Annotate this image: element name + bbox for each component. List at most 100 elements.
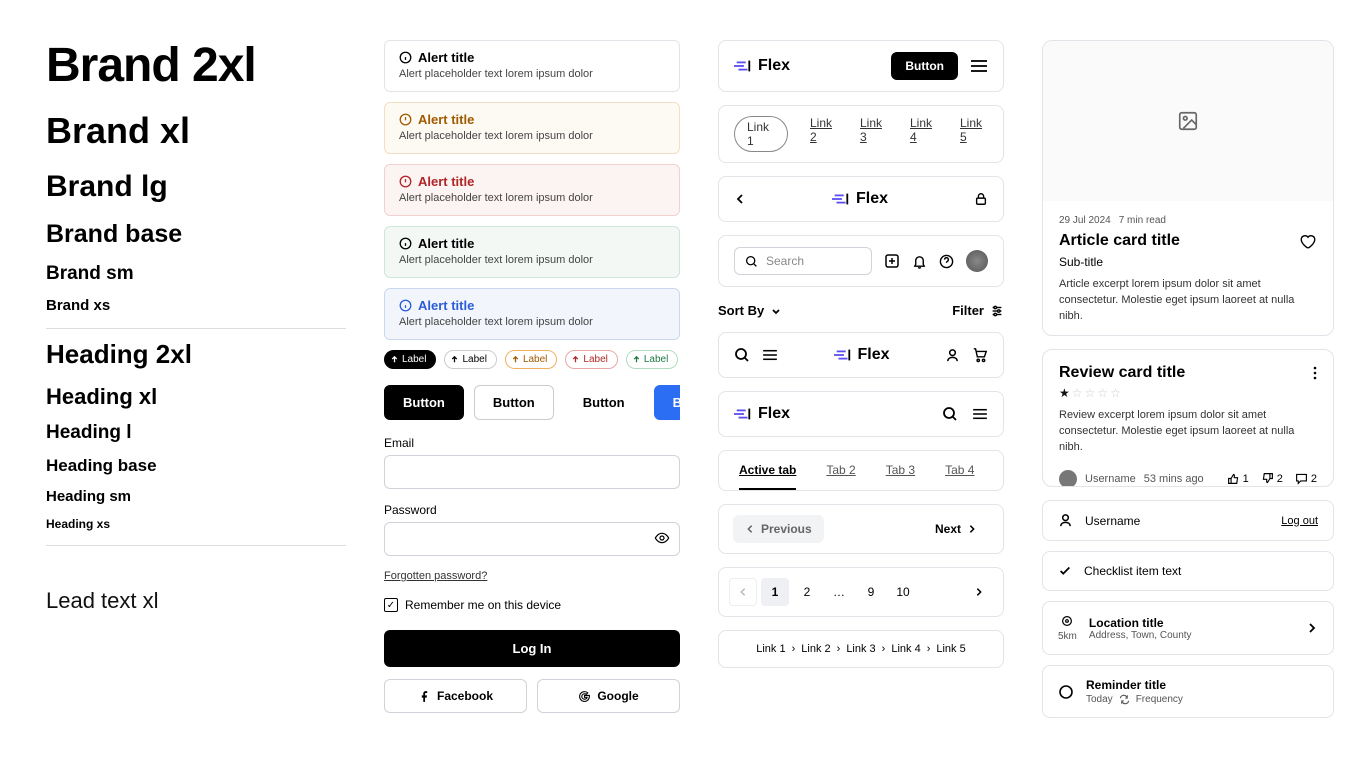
tab[interactable]: Tab 2	[826, 463, 855, 490]
tab-active[interactable]: Active tab	[739, 463, 796, 490]
lock-icon[interactable]	[974, 192, 988, 206]
eye-icon[interactable]	[654, 530, 670, 546]
alert-info: Alert title Alert placeholder text lorem…	[384, 288, 680, 340]
info-icon	[399, 51, 412, 64]
help-icon[interactable]	[939, 254, 954, 269]
login-button[interactable]: Log In	[384, 630, 680, 667]
brand-logo[interactable]: Flex	[734, 57, 790, 75]
tab[interactable]: Tab 3	[886, 463, 915, 490]
avatar[interactable]	[966, 250, 988, 272]
facebook-button[interactable]: Facebook	[384, 679, 527, 713]
pill[interactable]: Label	[444, 350, 496, 369]
heading-sm: Heading sm	[46, 488, 346, 505]
button-primary[interactable]: Button	[384, 385, 464, 420]
pill-success[interactable]: Label	[626, 350, 678, 369]
username: Username	[1085, 514, 1269, 528]
nav-link-active[interactable]: Link 1	[734, 116, 788, 152]
lead-xl: Lead text xl	[46, 588, 346, 614]
email-input[interactable]	[384, 455, 680, 489]
tab[interactable]: Tab 4	[945, 463, 974, 490]
heading-base: Heading base	[46, 456, 346, 476]
navbar-shop: Flex	[718, 332, 1004, 378]
user-row: Username Log out	[1042, 500, 1334, 541]
review-time: 53 mins ago	[1144, 473, 1204, 485]
reminder-item[interactable]: Reminder title Today Frequency	[1042, 665, 1334, 718]
search-input[interactable]: Search	[734, 247, 872, 275]
crumb[interactable]: Link 5	[936, 643, 965, 655]
previous-button[interactable]: Previous	[733, 515, 824, 543]
forgot-password-link[interactable]: Forgotten password?	[384, 570, 680, 582]
nav-link[interactable]: Link 4	[910, 116, 938, 152]
page-next[interactable]	[965, 578, 993, 606]
navbar-branded: Flex Button	[718, 40, 1004, 92]
page[interactable]: 9	[857, 578, 885, 606]
article-readtime: 7 min read	[1119, 215, 1166, 226]
nav-button[interactable]: Button	[891, 52, 958, 80]
location-title: Location title	[1089, 616, 1294, 630]
brand-logo[interactable]: Flex	[832, 190, 888, 208]
menu-icon[interactable]	[762, 349, 778, 361]
navbar-centered: Flex	[718, 176, 1004, 222]
crumb[interactable]: Link 3	[846, 643, 875, 655]
location-item[interactable]: 5km Location title Address, Town, County	[1042, 601, 1334, 655]
nav-link[interactable]: Link 2	[810, 116, 838, 152]
bell-icon[interactable]	[912, 254, 927, 269]
pill-error[interactable]: Label	[565, 350, 617, 369]
crumb[interactable]: Link 2	[801, 643, 830, 655]
downvote[interactable]: 2	[1261, 472, 1283, 485]
chevron-left-icon[interactable]	[734, 193, 746, 205]
upvote[interactable]: 1	[1227, 472, 1249, 485]
page[interactable]: 10	[889, 578, 917, 606]
logout-link[interactable]: Log out	[1281, 515, 1318, 527]
menu-icon[interactable]	[970, 59, 988, 73]
article-title: Article card title	[1059, 232, 1180, 250]
remember-checkbox[interactable]: ✓	[384, 598, 398, 612]
search-icon[interactable]	[734, 347, 750, 363]
filter-button[interactable]: Filter	[952, 303, 1004, 318]
review-excerpt: Review excerpt lorem ipsum dolor sit ame…	[1059, 408, 1317, 456]
brand-xl: Brand xl	[46, 110, 346, 152]
image-icon	[1177, 110, 1199, 132]
button-secondary[interactable]: Button	[474, 385, 554, 420]
search-icon[interactable]	[942, 406, 958, 422]
password-input[interactable]	[384, 522, 680, 556]
email-label: Email	[384, 436, 680, 450]
pager-simple: Previous Next	[718, 504, 1004, 554]
brand-xs: Brand xs	[46, 297, 346, 314]
search-icon	[745, 255, 758, 268]
checklist-item[interactable]: Checklist item text	[1042, 551, 1334, 591]
article-card[interactable]: 29 Jul 20247 min read Article card title…	[1042, 40, 1334, 336]
google-button[interactable]: Google	[537, 679, 680, 713]
pill-warning[interactable]: Label	[505, 350, 557, 369]
plus-square-icon[interactable]	[884, 253, 900, 269]
page-prev[interactable]	[729, 578, 757, 606]
brand-logo[interactable]: Flex	[834, 346, 890, 364]
heading-xl: Heading xl	[46, 384, 346, 410]
button-ghost[interactable]: Button	[564, 385, 644, 420]
alert-icon	[399, 113, 412, 126]
nav-link[interactable]: Link 5	[960, 116, 988, 152]
page-current[interactable]: 1	[761, 578, 789, 606]
heart-icon[interactable]	[1299, 232, 1317, 250]
review-card[interactable]: Review card title ★☆☆☆☆ Review excerpt l…	[1042, 349, 1334, 487]
more-icon[interactable]	[1313, 366, 1317, 380]
target-icon	[1060, 614, 1074, 628]
radio-icon[interactable]	[1058, 684, 1074, 700]
page[interactable]: 2	[793, 578, 821, 606]
check-icon	[1058, 564, 1072, 578]
nav-link[interactable]: Link 3	[860, 116, 888, 152]
password-label: Password	[384, 503, 680, 517]
google-icon	[578, 690, 591, 703]
sort-dropdown[interactable]: Sort By	[718, 303, 782, 318]
crumb[interactable]: Link 4	[891, 643, 920, 655]
user-icon[interactable]	[945, 348, 960, 363]
comments[interactable]: 2	[1295, 472, 1317, 485]
button-blue[interactable]: Button	[654, 385, 680, 420]
pill-dark[interactable]: Label	[384, 350, 436, 369]
heading-2xl: Heading 2xl	[46, 339, 346, 370]
menu-icon[interactable]	[972, 408, 988, 420]
crumb[interactable]: Link 1	[756, 643, 785, 655]
cart-icon[interactable]	[972, 347, 988, 363]
brand-logo[interactable]: Flex	[734, 405, 790, 423]
next-button[interactable]: Next	[923, 515, 989, 543]
